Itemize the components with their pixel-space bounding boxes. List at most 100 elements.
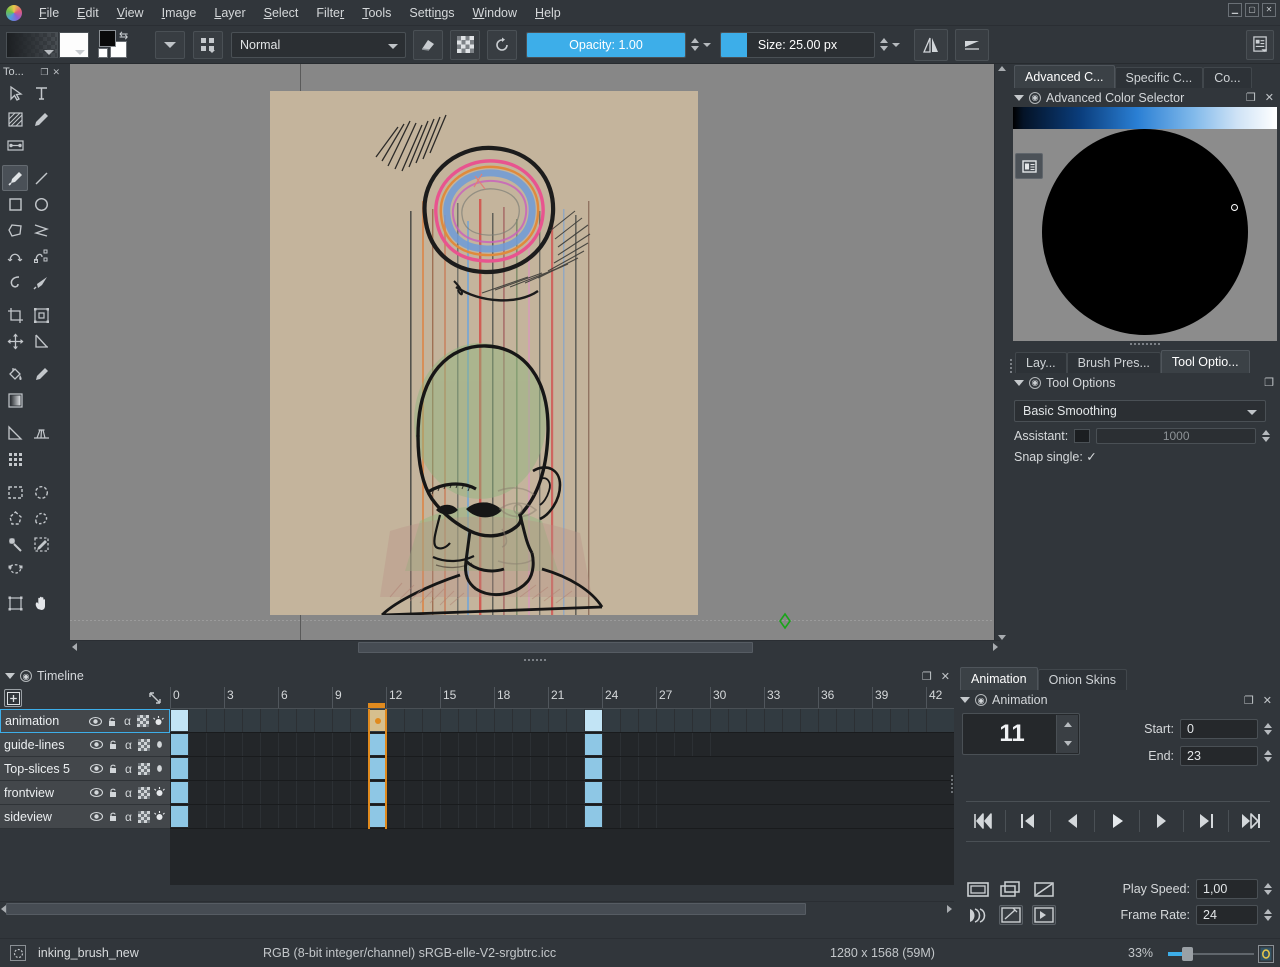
selection-mask-icon[interactable]: [10, 945, 26, 961]
start-frame-spinner[interactable]: [1264, 723, 1272, 735]
tab-layers[interactable]: Lay...: [1015, 352, 1067, 373]
keyframe-cell[interactable]: [585, 782, 602, 803]
alpha-inherit-icon[interactable]: [138, 811, 150, 823]
blending-mode-combo[interactable]: Normal: [231, 32, 406, 58]
assistant-value-field[interactable]: 1000: [1096, 428, 1256, 444]
tab-brush-presets[interactable]: Brush Pres...: [1067, 352, 1161, 373]
auto-key-frame-button[interactable]: [999, 905, 1023, 925]
canvas-vertical-scrollbar[interactable]: [994, 64, 1008, 642]
tool-freehand-brush[interactable]: [2, 165, 28, 191]
menu-layer[interactable]: Layer: [205, 2, 254, 24]
onion-skin-icon[interactable]: [153, 786, 166, 799]
foreground-color-swatch[interactable]: [99, 30, 116, 47]
tool-bezier-curve[interactable]: [2, 243, 28, 269]
canvas-horizontal-scrollbar[interactable]: [70, 640, 1000, 653]
docker-lock-icon[interactable]: ◉: [1029, 377, 1041, 389]
tool-measure[interactable]: [28, 328, 54, 354]
visibility-eye-icon[interactable]: [90, 810, 103, 823]
play-pause-button[interactable]: [1095, 811, 1138, 831]
preserve-alpha-button[interactable]: [450, 30, 480, 60]
previous-keyframe-button[interactable]: [1006, 811, 1049, 831]
tracks-grip-handle[interactable]: [951, 775, 953, 793]
docker-lock-icon[interactable]: ◉: [975, 694, 987, 706]
lock-icon[interactable]: [106, 810, 119, 823]
tool-select-bezier[interactable]: [2, 557, 28, 583]
tool-transform[interactable]: [28, 302, 54, 328]
brush-size-slider[interactable]: Size: 25.00 px: [720, 32, 875, 58]
timeline-layer-row[interactable]: animation α: [0, 709, 170, 733]
horizontal-guide[interactable]: [70, 620, 1000, 621]
play-speed-spinner[interactable]: [1264, 883, 1272, 895]
start-frame-field[interactable]: 0: [1180, 719, 1258, 739]
previous-frame-button[interactable]: [1051, 811, 1094, 831]
tool-fill-patterns[interactable]: [2, 106, 28, 132]
menu-window[interactable]: Window: [464, 2, 526, 24]
lock-icon[interactable]: [106, 738, 119, 751]
float-docker-icon[interactable]: ❐: [1262, 376, 1276, 389]
color-wheel-area[interactable]: [1013, 129, 1277, 341]
close-docker-icon[interactable]: ✕: [50, 67, 62, 78]
timeline-layer-row[interactable]: guide-lines α: [0, 733, 170, 757]
tab-specific-color-selector[interactable]: Specific C...: [1115, 67, 1204, 88]
play-speed-field[interactable]: 1,00: [1196, 879, 1258, 899]
tool-select-similar-color[interactable]: [28, 531, 54, 557]
scroll-right-icon[interactable]: [947, 905, 952, 913]
tab-color-history[interactable]: Co...: [1203, 67, 1251, 88]
timeline-playhead[interactable]: [368, 709, 387, 829]
alpha-inherit-icon[interactable]: [138, 787, 150, 799]
keyframe-cell[interactable]: [585, 710, 602, 731]
brush-size-dropdown-icon[interactable]: [892, 43, 900, 47]
window-minimize-button[interactable]: ▁: [1228, 3, 1242, 17]
onion-skin-icon[interactable]: [153, 738, 166, 751]
artboard[interactable]: [270, 91, 698, 615]
timeline-tracks[interactable]: [170, 709, 954, 885]
new-frame-button[interactable]: [966, 879, 990, 899]
mirror-horizontal-button[interactable]: [914, 29, 948, 61]
opacity-slider[interactable]: Opacity: 1.00: [526, 32, 686, 58]
menu-filter[interactable]: Filter: [307, 2, 353, 24]
timeline-layer-row[interactable]: frontview α: [0, 781, 170, 805]
collapse-caret-icon[interactable]: [1014, 380, 1024, 386]
color-selector-swatches[interactable]: ⇆: [97, 29, 141, 61]
scroll-left-icon[interactable]: [72, 643, 77, 651]
delete-frame-button[interactable]: [1032, 879, 1056, 899]
tool-zoom[interactable]: [2, 590, 28, 616]
tool-color-picker[interactable]: [28, 361, 54, 387]
tool-perspective-grid[interactable]: [28, 420, 54, 446]
close-docker-icon[interactable]: ✕: [1263, 91, 1276, 104]
tool-freehand-path[interactable]: [28, 243, 54, 269]
tab-animation[interactable]: Animation: [960, 667, 1038, 690]
current-frame-spinner[interactable]: [1056, 715, 1078, 753]
tab-onion-skins[interactable]: Onion Skins: [1038, 669, 1127, 690]
onion-skin-icon[interactable]: [153, 762, 166, 775]
tool-polyline[interactable]: [28, 217, 54, 243]
keyframe-cell[interactable]: [171, 734, 188, 755]
canvas-viewport[interactable]: [70, 64, 1000, 642]
tool-dynamic-brush[interactable]: [2, 269, 28, 295]
frame-rate-field[interactable]: 24: [1196, 905, 1258, 925]
tool-calligraphy[interactable]: [28, 106, 54, 132]
tool-assistant-ruler[interactable]: [2, 420, 28, 446]
add-blank-frame-button[interactable]: [1032, 905, 1056, 925]
scroll-up-icon[interactable]: [998, 66, 1006, 71]
keyframe-cell[interactable]: [171, 806, 188, 827]
docker-lock-icon[interactable]: ◉: [1029, 92, 1041, 104]
assistant-checkbox[interactable]: [1074, 429, 1090, 443]
opacity-spinner[interactable]: [688, 32, 701, 58]
lock-icon[interactable]: [106, 786, 119, 799]
menu-image[interactable]: Image: [153, 2, 206, 24]
next-keyframe-button[interactable]: [1184, 811, 1227, 831]
keyframe-cell[interactable]: [171, 710, 188, 731]
menu-help[interactable]: Help: [526, 2, 570, 24]
current-frame-field[interactable]: 11: [962, 713, 1080, 755]
docker-tabs-grip[interactable]: [1010, 359, 1012, 373]
window-maximize-button[interactable]: ▢: [1245, 3, 1259, 17]
reload-preset-button[interactable]: [487, 30, 517, 60]
timeline-track-row[interactable]: [170, 757, 954, 781]
menu-tools[interactable]: Tools: [353, 2, 400, 24]
timeline-track-row[interactable]: [170, 709, 954, 733]
keyframe-cell[interactable]: [171, 782, 188, 803]
timeline-track-row[interactable]: [170, 805, 954, 829]
tool-select-shapes[interactable]: [2, 80, 28, 106]
canvas-hscroll-thumb[interactable]: [358, 642, 753, 653]
